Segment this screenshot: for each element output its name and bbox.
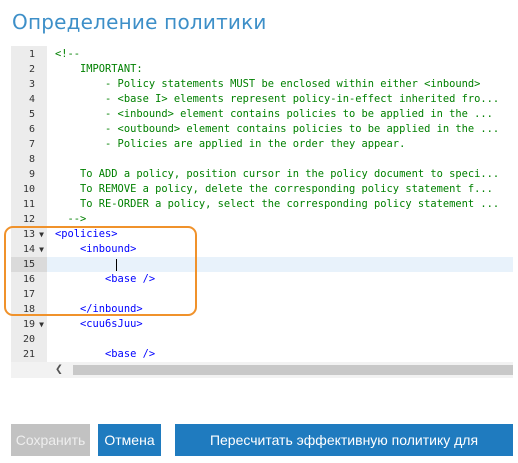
line-number: 1 [11,47,47,62]
code-line-text: - Policies are applied in the order they… [55,138,406,150]
recalculate-policy-button[interactable]: Пересчитать эффективную политику для выб… [175,424,513,456]
code-line[interactable]: 19 ▼ <cuu6sJuu> [11,317,513,332]
code-line[interactable]: 6 - <outbound> element contains policies… [11,122,513,137]
code-line-text: - <base I> elements represent policy-in-… [55,93,500,105]
code-line-text: IMPORTANT: [55,63,143,75]
line-number-label: 12 [22,214,35,225]
code-line-text: - Policy statements MUST be enclosed wit… [55,78,481,90]
line-number: 6 [11,122,47,137]
line-number-label: 4 [28,94,35,105]
code-line-text: - <inbound> element contains policies to… [55,108,493,120]
line-number-label: 21 [22,349,35,360]
code-line[interactable]: 20 [11,332,513,347]
code-line-text: --> [55,213,87,225]
code-line[interactable]: 8 [11,152,513,167]
code-line[interactable]: 21 <base /> [11,347,513,362]
line-number-label: 8 [28,154,35,165]
code-line-text: <cuu6sJuu> [55,318,143,330]
line-number-label: 19 [22,319,35,330]
line-number-label: 11 [22,199,35,210]
line-number-label: 20 [22,334,35,345]
inbound-highlight-box [4,226,197,316]
code-line[interactable]: 7 - Policies are applied in the order th… [11,137,513,152]
code-line[interactable]: 12 --> [11,212,513,227]
code-line[interactable]: 2 IMPORTANT: [11,62,513,77]
code-line-text: To REMOVE a policy, delete the correspon… [55,183,493,195]
scrollbar-thumb[interactable] [73,365,513,375]
line-number: 5 [11,107,47,122]
line-number: 12 [11,212,47,227]
line-number: 9 [11,167,47,182]
code-line[interactable]: 1 <!-- [11,47,513,62]
code-line[interactable]: 4 - <base I> elements represent policy-i… [11,92,513,107]
line-number-label: 1 [28,49,35,60]
code-line-text: <!-- [55,48,81,60]
code-line[interactable]: 10 To REMOVE a policy, delete the corres… [11,182,513,197]
save-button[interactable]: Сохранить [11,424,90,456]
line-number-label: 6 [28,124,35,135]
code-line-text: <base /> [55,348,156,360]
dialog-title: Определение политики [12,10,267,34]
line-number-label: 10 [22,184,35,195]
cancel-button[interactable]: Отмена [98,424,161,456]
code-line[interactable]: 3 - Policy statements MUST be enclosed w… [11,77,513,92]
code-line-text: To RE-ORDER a policy, select the corresp… [55,198,500,210]
line-number-label: 3 [28,79,35,90]
code-line[interactable]: 11 To RE-ORDER a policy, select the corr… [11,197,513,212]
line-number: 8 [11,152,47,167]
horizontal-scrollbar[interactable]: ❮ [11,362,513,378]
line-number: 3 [11,77,47,92]
line-number-label: 2 [28,64,35,75]
policy-code-editor[interactable]: 1 <!-- 2 IMPORTANT: 3 - Policy statements M… [11,46,513,378]
line-number: 21 [11,347,47,362]
code-line-text: To ADD a policy, position cursor in the … [55,168,500,180]
code-line-text: - <outbound> element contains policies t… [55,123,500,135]
line-number-label: 5 [28,109,35,120]
line-number: 4 [11,92,47,107]
line-number: 11 [11,197,47,212]
fold-toggle-icon[interactable]: ▼ [39,317,44,332]
line-number: 20 [11,332,47,347]
code-line[interactable]: 5 - <inbound> element contains policies … [11,107,513,122]
line-number: 19 ▼ [11,317,47,332]
line-number-label: 7 [28,139,35,150]
line-number: 7 [11,137,47,152]
line-number-label: 9 [28,169,35,180]
scroll-left-icon[interactable]: ❮ [55,363,63,377]
code-line[interactable]: 9 To ADD a policy, position cursor in th… [11,167,513,182]
line-number: 10 [11,182,47,197]
line-number: 2 [11,62,47,77]
